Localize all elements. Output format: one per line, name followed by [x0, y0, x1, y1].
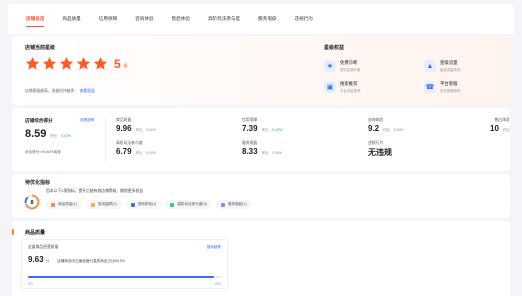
right-star-traffic[interactable]: ▲ 星级流量 星级流量扶持: [424, 60, 460, 72]
quality-score: 9.63 分 店铺商品中正面经营分高的商品占比59.3%: [28, 255, 125, 264]
star-icon: ▲: [424, 60, 436, 72]
chip-service-defects[interactable]: 服务瑕疵(1): [215, 200, 252, 209]
product-quality-card: 商品质量 全量商品经营质量 指标趋势 9.63 分 店铺商品中正面经营分高的商品…: [12, 221, 510, 296]
overall-score: 8.59 环比 0.07%: [25, 128, 71, 140]
overall-score-value: 8.59: [25, 128, 47, 140]
todo-description: 您本以下8项指标，提升后能有效店铺等级、解锁更多权益: [46, 189, 144, 193]
tab-store-overview[interactable]: 店铺总览: [18, 4, 52, 34]
tab-consult-experience[interactable]: 咨询体验: [127, 4, 161, 34]
monitor-icon: ▣: [324, 81, 336, 93]
metric-product-quality[interactable]: 商品质量 9.96 环比 0.00%: [116, 118, 156, 133]
store-dashboard: 店铺总览 商品质量 信用保障 咨询体验 售后体验 高阶玩法参与度 服务瑕疵 违规…: [8, 4, 514, 296]
right-free-diagnosis[interactable]: ★ 免费诊断 提供店铺诊断: [324, 60, 360, 72]
chip-product-quality[interactable]: 商品质量(1): [46, 200, 82, 209]
tab-service-defects[interactable]: 服务瑕疵: [250, 4, 284, 34]
level-value: 5: [114, 56, 121, 71]
score-trend-link[interactable]: 查看趋势: [80, 118, 94, 123]
view-rights-link[interactable]: 查看权益: [80, 89, 95, 93]
chip-consult-experience[interactable]: 咨询体验(1): [125, 200, 162, 209]
metric-consult-experience[interactable]: 咨询体验 9.2 环比 0.00%: [368, 118, 404, 133]
tab-aftersale-experience[interactable]: 售后体验: [164, 4, 198, 34]
gift-icon: ★: [324, 60, 336, 72]
todo-chips: 商品质量(1) 信用保障(2) 咨询体验(1) 高阶玩法参与度(3) 服务瑕疵(…: [46, 200, 252, 209]
todo-title: 待优化指标: [25, 180, 51, 186]
store-score-card: 店铺综合得分 查看趋势 8.59 环比 0.07% 综合得分>99.80%商家 …: [12, 108, 510, 171]
tab-bar: 店铺总览 商品质量 信用保障 咨询体验 售后体验 高阶玩法参与度 服务瑕疵 违规…: [8, 4, 514, 34]
chip-credit-guarantee[interactable]: 信用保障(2): [85, 200, 122, 209]
right-search-recommend[interactable]: ▣ 搜索推荐 平台流量推荐: [324, 81, 360, 93]
star-icon: [76, 56, 91, 71]
quality-title: 商品质量: [25, 230, 46, 236]
chip-advanced-participation[interactable]: 高阶玩法参与度(3): [165, 200, 212, 209]
todo-count-ring: 8: [24, 194, 40, 210]
quality-trend-link[interactable]: 指标趋势: [207, 245, 221, 250]
todo-count: 8: [30, 200, 33, 206]
overall-score-change: 0.07%: [61, 134, 71, 138]
to-optimize-card: 待优化指标 8 您本以下8项指标，提升后能有效店铺等级、解锁更多权益 商品质量(…: [12, 174, 510, 218]
score-title: 店铺综合得分: [25, 118, 53, 123]
metric-advanced-participation[interactable]: 高阶玩法参与度 6.79 环比 0.00%: [116, 141, 156, 156]
store-level-card: 店铺当前星级 5 星 店铺星级越高，流量扶持越多~ 查看权益 星级权益 ★ 免费诊…: [12, 36, 510, 105]
quality-progress-bar: [28, 276, 222, 278]
section-marker: [12, 229, 14, 235]
score-rank: 综合得分>99.80%商家: [25, 150, 61, 154]
tab-product-quality[interactable]: 商品质量: [54, 4, 88, 34]
star-icon: [42, 56, 57, 71]
metric-aftersale-experience[interactable]: 售后体验 10 环比: [490, 118, 510, 133]
star-rating: 5 星: [25, 56, 128, 71]
quality-section-label: 全量商品经营质量: [28, 245, 59, 249]
metric-violations[interactable]: 违规行为 无违规: [368, 141, 392, 158]
star-icon: [25, 56, 40, 71]
tab-advanced-participation[interactable]: 高阶玩法参与度: [200, 4, 248, 34]
level-note: 店铺星级越高，流量扶持越多~ 查看权益: [25, 89, 95, 93]
star-icon: [93, 56, 108, 71]
rights-title: 星级权益: [324, 45, 345, 51]
quality-description: 店铺商品中正面经营分高的商品占比59.3%: [57, 259, 125, 263]
level-title: 店铺当前星级: [25, 45, 56, 51]
tab-credit-guarantee[interactable]: 信用保障: [91, 4, 125, 34]
support-icon: ☎: [424, 81, 436, 93]
metric-service-defects[interactable]: 服务瑕疵 8.33 环比 0.00%: [242, 141, 282, 156]
right-platform-support[interactable]: ☎ 平台客服 优先客服服务: [424, 81, 460, 93]
level-unit: 星: [123, 62, 128, 68]
score-divider: [105, 118, 106, 162]
tab-violations[interactable]: 违规行为: [287, 4, 321, 34]
star-icon: [59, 56, 74, 71]
metric-credit-guarantee[interactable]: 信用保障 7.39 环比 0.12%: [242, 118, 282, 133]
quality-section: 全量商品经营质量 指标趋势 9.63 分 店铺商品中正面经营分高的商品占比59.…: [21, 239, 228, 289]
